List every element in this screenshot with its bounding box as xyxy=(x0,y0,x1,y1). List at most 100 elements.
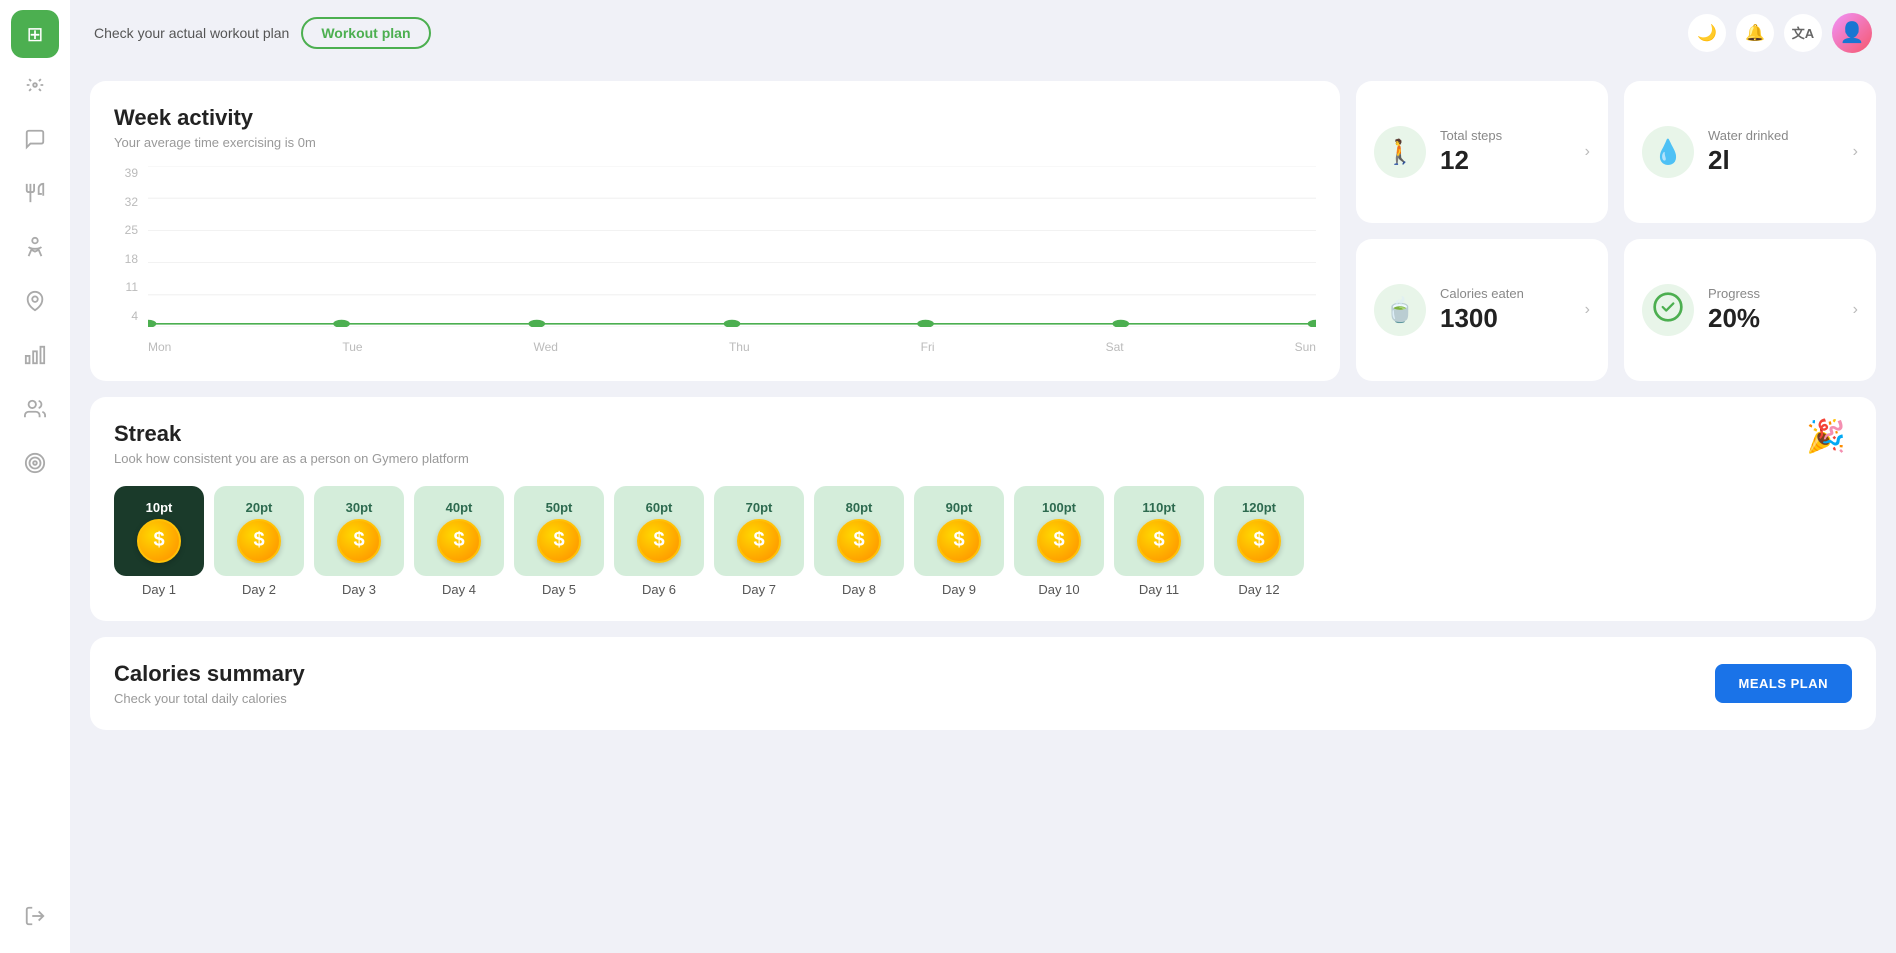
sidebar-item-location[interactable] xyxy=(11,280,59,328)
streak-day-label-10: Day 10 xyxy=(1038,582,1079,597)
sidebar-item-logout[interactable] xyxy=(11,895,59,943)
stat-card-water[interactable]: 💧 Water drinked 2l › xyxy=(1624,81,1876,223)
coin-icon-day12: $ xyxy=(1237,519,1281,563)
topbar-right: 🌙 🔔 文A 👤 xyxy=(1688,13,1872,53)
streak-items: 10pt $ Day 1 20pt $ Day 2 30pt $ Day 3 xyxy=(114,486,1852,597)
notification-button[interactable]: 🔔 xyxy=(1736,14,1774,52)
stats-row-1: 🚶 Total steps 12 › 💧 Water drinked xyxy=(1356,81,1876,223)
streak-item-day4[interactable]: 40pt $ Day 4 xyxy=(414,486,504,597)
streak-day-label-4: Day 4 xyxy=(442,582,476,597)
sidebar-item-yoga[interactable] xyxy=(11,226,59,274)
streak-day-label-6: Day 6 xyxy=(642,582,676,597)
progress-label: Progress xyxy=(1708,286,1839,301)
coin-icon-day11: $ xyxy=(1137,519,1181,563)
calories-eaten-label: Calories eaten xyxy=(1440,286,1571,301)
steps-content: Total steps 12 xyxy=(1440,128,1571,176)
streak-coin-box-day4[interactable]: 40pt $ xyxy=(414,486,504,576)
sidebar-item-dashboard[interactable]: ⊞ xyxy=(11,10,59,58)
sidebar-item-chat[interactable] xyxy=(11,118,59,166)
calories-arrow: › xyxy=(1585,301,1590,319)
streak-item-day8[interactable]: 80pt $ Day 8 xyxy=(814,486,904,597)
progress-arrow: › xyxy=(1853,301,1858,319)
sidebar-item-workout[interactable] xyxy=(11,64,59,112)
sidebar-item-nutrition[interactable] xyxy=(11,172,59,220)
week-activity-title: Week activity xyxy=(114,105,1316,131)
chart-y-labels: 4 11 18 25 32 39 xyxy=(114,166,138,327)
coin-icon-day6: $ xyxy=(637,519,681,563)
stats-grid: 🚶 Total steps 12 › 💧 Water drinked xyxy=(1356,81,1876,381)
moon-icon: 🌙 xyxy=(1697,23,1717,43)
meals-plan-button[interactable]: MEALS PLAN xyxy=(1715,664,1853,703)
sidebar-item-people[interactable] xyxy=(11,388,59,436)
coin-icon-day7: $ xyxy=(737,519,781,563)
streak-coin-box-day11[interactable]: 110pt $ xyxy=(1114,486,1204,576)
streak-coin-box-day6[interactable]: 60pt $ xyxy=(614,486,704,576)
water-icon-circle: 💧 xyxy=(1642,126,1694,178)
sidebar-item-analytics[interactable] xyxy=(11,334,59,382)
x-label-fri: Fri xyxy=(921,340,935,354)
calories-summary-subtitle: Check your total daily calories xyxy=(114,691,305,706)
streak-day-label-9: Day 9 xyxy=(942,582,976,597)
calories-summary-card: Calories summary Check your total daily … xyxy=(90,637,1876,730)
streak-coin-box-day8[interactable]: 80pt $ xyxy=(814,486,904,576)
streak-item-day2[interactable]: 20pt $ Day 2 xyxy=(214,486,304,597)
streak-pts-day4: 40pt xyxy=(446,500,473,515)
streak-day-label-8: Day 8 xyxy=(842,582,876,597)
streak-coin-box-day2[interactable]: 20pt $ xyxy=(214,486,304,576)
x-label-wed: Wed xyxy=(534,340,558,354)
steps-label: Total steps xyxy=(1440,128,1571,143)
location-icon xyxy=(24,290,46,318)
logout-icon xyxy=(24,905,46,933)
streak-coin-box-day1[interactable]: 10pt $ xyxy=(114,486,204,576)
stat-card-calories[interactable]: 🍵 Calories eaten 1300 › xyxy=(1356,239,1608,381)
language-button[interactable]: 文A xyxy=(1784,14,1822,52)
coin-icon-day9: $ xyxy=(937,519,981,563)
x-label-sun: Sun xyxy=(1295,340,1316,354)
streak-coin-box-day5[interactable]: 50pt $ xyxy=(514,486,604,576)
streak-pts-day10: 100pt xyxy=(1042,500,1076,515)
streak-pts-day9: 90pt xyxy=(946,500,973,515)
streak-day-label-12: Day 12 xyxy=(1238,582,1279,597)
streak-item-day11[interactable]: 110pt $ Day 11 xyxy=(1114,486,1204,597)
coin-icon-day5: $ xyxy=(537,519,581,563)
progress-icon xyxy=(1652,291,1684,329)
workout-plan-button[interactable]: Workout plan xyxy=(301,17,430,49)
x-label-sat: Sat xyxy=(1106,340,1124,354)
coin-icon-day8: $ xyxy=(837,519,881,563)
dashboard-icon: ⊞ xyxy=(27,22,44,47)
streak-coin-box-day3[interactable]: 30pt $ xyxy=(314,486,404,576)
streak-pts-day7: 70pt xyxy=(746,500,773,515)
streak-coin-box-day9[interactable]: 90pt $ xyxy=(914,486,1004,576)
steps-icon-circle: 🚶 xyxy=(1374,126,1426,178)
analytics-icon xyxy=(24,344,46,372)
streak-coin-box-day7[interactable]: 70pt $ xyxy=(714,486,804,576)
y-label-25: 25 xyxy=(114,223,138,237)
translate-icon: 文A xyxy=(1792,23,1814,42)
main-content: Week activity Your average time exercisi… xyxy=(70,65,1896,953)
nutrition-icon xyxy=(24,182,46,210)
calories-icon-circle: 🍵 xyxy=(1374,284,1426,336)
streak-item-day3[interactable]: 30pt $ Day 3 xyxy=(314,486,404,597)
coin-icon-day1: $ xyxy=(137,519,181,563)
streak-item-day9[interactable]: 90pt $ Day 9 xyxy=(914,486,1004,597)
coin-icon-day2: $ xyxy=(237,519,281,563)
streak-card: Streak Look how consistent you are as a … xyxy=(90,397,1876,621)
streak-item-day1[interactable]: 10pt $ Day 1 xyxy=(114,486,204,597)
sidebar: ⊞ xyxy=(0,0,70,953)
stat-card-progress[interactable]: Progress 20% › xyxy=(1624,239,1876,381)
streak-day-label-5: Day 5 xyxy=(542,582,576,597)
streak-item-day12[interactable]: 120pt $ Day 12 xyxy=(1214,486,1304,597)
streak-item-day6[interactable]: 60pt $ Day 6 xyxy=(614,486,704,597)
streak-item-day5[interactable]: 50pt $ Day 5 xyxy=(514,486,604,597)
stat-card-steps[interactable]: 🚶 Total steps 12 › xyxy=(1356,81,1608,223)
streak-pts-day1: 10pt xyxy=(146,500,173,515)
streak-item-day10[interactable]: 100pt $ Day 10 xyxy=(1014,486,1104,597)
avatar[interactable]: 👤 xyxy=(1832,13,1872,53)
streak-pts-day3: 30pt xyxy=(346,500,373,515)
streak-item-day7[interactable]: 70pt $ Day 7 xyxy=(714,486,804,597)
streak-coin-box-day10[interactable]: 100pt $ xyxy=(1014,486,1104,576)
theme-toggle-button[interactable]: 🌙 xyxy=(1688,14,1726,52)
chart-area: 4 11 18 25 32 39 xyxy=(114,166,1316,357)
sidebar-item-target[interactable] xyxy=(11,442,59,490)
streak-coin-box-day12[interactable]: 120pt $ xyxy=(1214,486,1304,576)
